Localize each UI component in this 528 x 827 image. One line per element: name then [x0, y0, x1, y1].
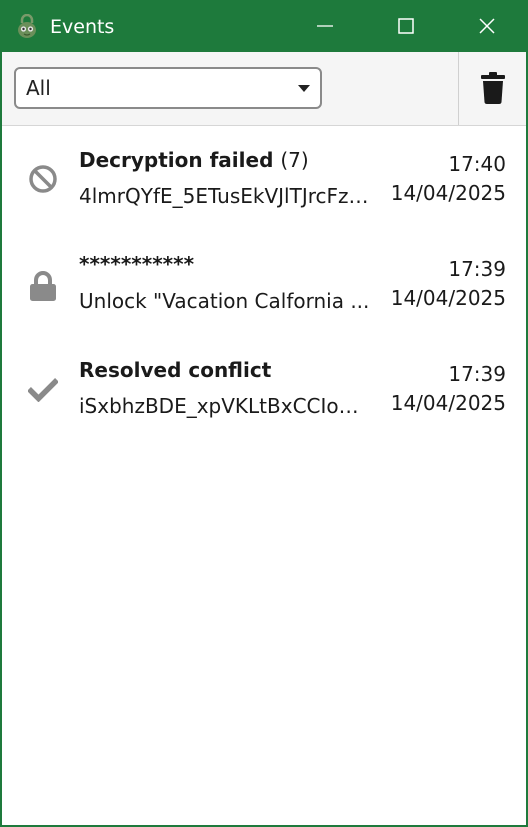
list-item[interactable]: Resolved conflict iSxbhzBDE_xpVKLtBxCCIo…	[2, 336, 526, 436]
event-detail: 4lmrQYfE_5ETusEkVJlTJrcFzj...	[79, 184, 371, 208]
close-icon	[479, 18, 495, 34]
app-logo-icon	[14, 13, 40, 40]
list-item[interactable]: Decryption failed (7) 4lmrQYfE_5ETusEkVJ…	[2, 126, 526, 226]
event-detail: Unlock "Vacation Calfornia ...	[79, 289, 370, 313]
close-button[interactable]	[457, 0, 517, 52]
minimize-icon	[317, 25, 333, 27]
list-item[interactable]: *********** Unlock "Vacation Calfornia .…	[2, 231, 526, 331]
event-time: 17:39	[448, 362, 506, 386]
maximize-icon	[398, 18, 414, 34]
blocked-icon	[25, 161, 61, 197]
toolbar: All	[2, 52, 526, 126]
events-window: Events All Decryption failed (7) 4lmrQYf…	[0, 0, 528, 827]
chevron-down-icon	[298, 85, 310, 92]
maximize-button[interactable]	[376, 0, 436, 52]
lock-icon	[25, 268, 61, 304]
event-time: 17:39	[448, 257, 506, 281]
clear-events-button[interactable]	[479, 72, 509, 106]
event-title: ***********	[79, 252, 195, 276]
event-filter-value: All	[26, 76, 51, 100]
title-bar[interactable]: Events	[2, 0, 526, 52]
checkmark-icon	[25, 371, 61, 407]
event-date: 14/04/2025	[390, 286, 506, 310]
trash-icon	[481, 72, 505, 104]
event-detail: iSxbhzBDE_xpVKLtBxCCIo0s...	[79, 394, 371, 418]
minimize-button[interactable]	[295, 0, 355, 52]
toolbar-divider	[458, 52, 459, 125]
event-title: Decryption failed (7)	[79, 148, 309, 172]
event-title: Resolved conflict	[79, 358, 272, 382]
event-filter-dropdown[interactable]: All	[14, 67, 322, 109]
event-count: (7)	[280, 148, 309, 172]
event-time: 17:40	[448, 152, 506, 176]
window-title: Events	[50, 16, 115, 38]
event-date: 14/04/2025	[390, 391, 506, 415]
event-date: 14/04/2025	[390, 181, 506, 205]
